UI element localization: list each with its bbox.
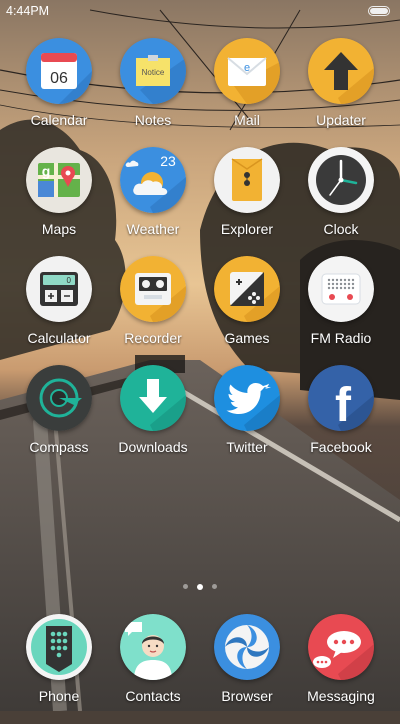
app-label-mail: Mail	[234, 112, 260, 128]
radio-icon	[308, 256, 374, 322]
app-updater[interactable]: Updater	[291, 38, 391, 148]
messaging-icon	[308, 614, 374, 680]
phone-icon	[26, 614, 92, 680]
app-label-weather: Weather	[126, 221, 180, 237]
app-label-downloads: Downloads	[118, 439, 188, 455]
status-bar: 4:44PM	[0, 0, 400, 24]
dock-label-messaging: Messaging	[307, 688, 375, 704]
app-weather[interactable]: 23 Weather	[103, 147, 203, 257]
page-dot-1[interactable]	[183, 584, 188, 589]
app-facebook[interactable]: f Facebook	[291, 365, 391, 475]
app-maps[interactable]: g Maps	[9, 147, 109, 257]
dock-label-phone: Phone	[38, 688, 80, 704]
app-label-compass: Compass	[29, 439, 89, 455]
dock-browser[interactable]: Browser	[197, 614, 297, 724]
app-explorer[interactable]: Explorer	[197, 147, 297, 257]
app-label-updater: Updater	[316, 112, 366, 128]
page-dot-3[interactable]	[212, 584, 217, 589]
battery-icon	[368, 6, 390, 16]
status-time: 4:44PM	[6, 4, 50, 18]
updater-icon	[308, 38, 374, 104]
weather-icon: 23	[120, 147, 186, 213]
app-fmradio[interactable]: FM Radio	[291, 256, 391, 366]
dock-phone[interactable]: Phone	[9, 614, 109, 724]
svg-text:e: e	[244, 62, 250, 74]
app-label-twitter: Twitter	[226, 439, 268, 455]
app-label-notes: Notes	[134, 112, 172, 128]
app-downloads[interactable]: Downloads	[103, 365, 203, 475]
page-indicator	[0, 583, 400, 592]
svg-text:f: f	[335, 379, 352, 431]
contacts-icon	[120, 614, 186, 680]
app-clock[interactable]: Clock	[291, 147, 391, 257]
app-label-games: Games	[224, 330, 270, 346]
maps-icon: g	[26, 147, 92, 213]
dock-label-browser: Browser	[221, 688, 273, 704]
dock-messaging[interactable]: Messaging	[291, 614, 391, 724]
svg-text:Notice: Notice	[142, 68, 165, 77]
calculator-icon: 0	[26, 256, 92, 322]
twitter-icon	[214, 365, 280, 431]
page-dot-2-active[interactable]	[197, 583, 203, 590]
app-notes[interactable]: Notice Notes	[103, 38, 203, 148]
svg-text:0: 0	[67, 276, 72, 285]
clock-icon	[308, 147, 374, 213]
app-label-calendar: Calendar	[30, 112, 88, 128]
dock-label-contacts: Contacts	[125, 688, 181, 704]
app-label-explorer: Explorer	[220, 221, 274, 237]
compass-icon	[26, 365, 92, 431]
calendar-icon: 06	[26, 38, 92, 104]
dock-contacts[interactable]: Contacts	[103, 614, 203, 724]
games-icon	[214, 256, 280, 322]
notes-icon: Notice	[120, 38, 186, 104]
app-label-recorder: Recorder	[124, 330, 182, 346]
app-calendar[interactable]: 06 Calendar	[9, 38, 109, 148]
svg-text:g: g	[42, 163, 51, 179]
app-recorder[interactable]: Recorder	[103, 256, 203, 366]
app-label-facebook: Facebook	[310, 439, 372, 455]
download-icon	[120, 365, 186, 431]
mail-icon: e	[214, 38, 280, 104]
app-label-clock: Clock	[323, 221, 359, 237]
app-games[interactable]: Games	[197, 256, 297, 366]
app-mail[interactable]: e Mail	[197, 38, 297, 148]
app-label-fmradio: FM Radio	[310, 330, 372, 346]
svg-text:06: 06	[50, 70, 68, 87]
app-twitter[interactable]: Twitter	[197, 365, 297, 475]
app-compass[interactable]: Compass	[9, 365, 109, 475]
app-calculator[interactable]: 0 Calculator	[9, 256, 109, 366]
app-label-calculator: Calculator	[27, 330, 91, 346]
recorder-icon	[120, 256, 186, 322]
app-label-maps: Maps	[41, 221, 77, 237]
explorer-icon	[214, 147, 280, 213]
browser-icon	[214, 614, 280, 680]
facebook-icon: f	[308, 365, 374, 431]
svg-text:23: 23	[160, 153, 176, 169]
